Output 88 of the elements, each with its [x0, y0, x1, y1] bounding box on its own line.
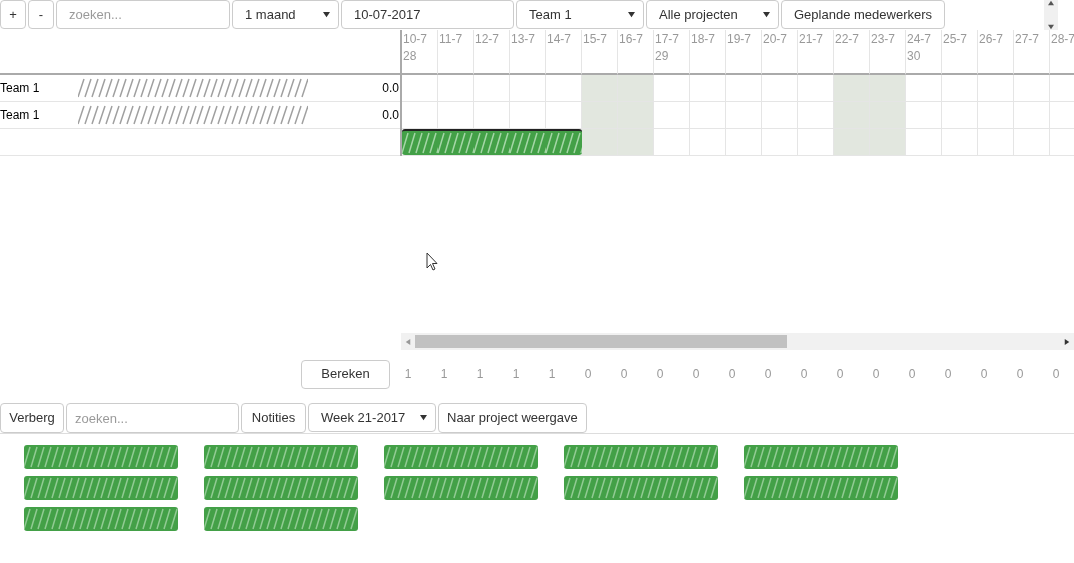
down-arrow-icon[interactable] — [1048, 24, 1054, 30]
project-chip[interactable] — [24, 445, 178, 469]
day-label: 15-7 — [583, 31, 609, 48]
project-chip[interactable] — [24, 507, 178, 531]
booking-bar-segment[interactable] — [402, 129, 438, 155]
day-label: 10-7 — [403, 31, 429, 48]
day-total: 0 — [619, 366, 629, 383]
day-label: 19-7 — [727, 31, 753, 48]
scrollbar[interactable] — [1044, 0, 1058, 30]
day-total: 0 — [835, 366, 845, 383]
day-total: 1 — [511, 366, 521, 383]
hours-value: 0.0 — [382, 107, 400, 124]
search-field[interactable]: zoeken... — [56, 0, 230, 29]
day-total: 0 — [979, 366, 989, 383]
booking-bar-segment[interactable] — [438, 129, 474, 155]
day-label: 22-7 — [835, 31, 861, 48]
caret-icon — [420, 414, 427, 421]
day-total: 0 — [1015, 366, 1025, 383]
day-total: 0 — [943, 366, 953, 383]
project-chip[interactable] — [204, 445, 358, 469]
day-total: 0 — [1051, 366, 1061, 383]
day-label: 17-7 — [655, 31, 681, 48]
week-select[interactable]: Week 21-2017 — [308, 403, 436, 432]
project-view-button[interactable]: Naar project weergave — [438, 403, 587, 433]
zoom-out-button[interactable]: - — [28, 0, 54, 29]
planned-employees-button[interactable]: Geplande medewerkers — [781, 0, 946, 29]
project-chip[interactable] — [204, 507, 358, 531]
day-total: 0 — [871, 366, 881, 383]
day-total: 0 — [799, 366, 809, 383]
week-number: 28 — [403, 48, 418, 65]
search-field[interactable]: zoeken... — [66, 403, 239, 433]
project-chip[interactable] — [744, 476, 898, 500]
horizontal-scrollbar[interactable] — [401, 333, 1074, 350]
notes-button[interactable]: Notities — [241, 403, 306, 433]
day-label: 11-7 — [439, 31, 464, 48]
project-select[interactable]: Alle projecten — [646, 0, 779, 29]
cursor-icon — [426, 252, 438, 271]
project-chip[interactable] — [564, 445, 718, 469]
day-label: 12-7 — [475, 31, 501, 48]
day-label: 26-7 — [979, 31, 1005, 48]
booking-bar-segment[interactable] — [546, 129, 582, 155]
day-label: 16-7 — [619, 31, 645, 48]
up-arrow-icon[interactable] — [1048, 0, 1054, 6]
hide-button[interactable]: Verberg — [0, 403, 64, 433]
right-arrow-icon[interactable] — [1064, 338, 1070, 345]
day-label: 28-7 — [1051, 31, 1074, 48]
booking-bar-segment[interactable] — [474, 129, 510, 155]
scrollbar-thumb[interactable] — [415, 335, 787, 348]
team-label: Team 1 — [0, 80, 41, 97]
team-label: Team 1 — [0, 107, 41, 124]
day-total: 1 — [403, 366, 413, 383]
day-total: 0 — [727, 366, 737, 383]
team-select[interactable]: Team 1 — [516, 0, 644, 29]
project-chip[interactable] — [24, 476, 178, 500]
day-total: 0 — [691, 366, 701, 383]
day-total: 0 — [655, 366, 665, 383]
booking-bar-segment[interactable] — [510, 129, 546, 155]
caret-icon — [763, 11, 770, 18]
week-number: 29 — [655, 48, 670, 65]
day-label: 25-7 — [943, 31, 969, 48]
day-total: 1 — [439, 366, 449, 383]
day-label: 20-7 — [763, 31, 789, 48]
day-label: 13-7 — [511, 31, 537, 48]
project-chip[interactable] — [744, 445, 898, 469]
calculate-button[interactable]: Bereken — [301, 359, 390, 389]
project-chip[interactable] — [384, 476, 538, 500]
day-total: 0 — [907, 366, 917, 383]
day-total: 1 — [475, 366, 485, 383]
day-total: 0 — [583, 366, 593, 383]
day-label: 18-7 — [691, 31, 717, 48]
zoom-in-button[interactable]: + — [0, 0, 26, 29]
day-label: 21-7 — [799, 31, 825, 48]
period-select[interactable]: 1 maand — [232, 0, 339, 29]
project-chip[interactable] — [204, 476, 358, 500]
hours-value: 0.0 — [382, 80, 400, 97]
project-chip[interactable] — [384, 445, 538, 469]
day-label: 24-7 — [907, 31, 933, 48]
day-label: 27-7 — [1015, 31, 1041, 48]
day-total: 0 — [763, 366, 773, 383]
day-total: 1 — [547, 366, 557, 383]
caret-icon — [323, 11, 330, 18]
date-field[interactable]: 10-07-2017 — [341, 0, 514, 29]
day-label: 14-7 — [547, 31, 573, 48]
left-arrow-icon[interactable] — [405, 338, 411, 345]
day-label: 23-7 — [871, 31, 897, 48]
project-chip[interactable] — [564, 476, 718, 500]
week-number: 30 — [907, 48, 922, 65]
caret-icon — [628, 11, 635, 18]
